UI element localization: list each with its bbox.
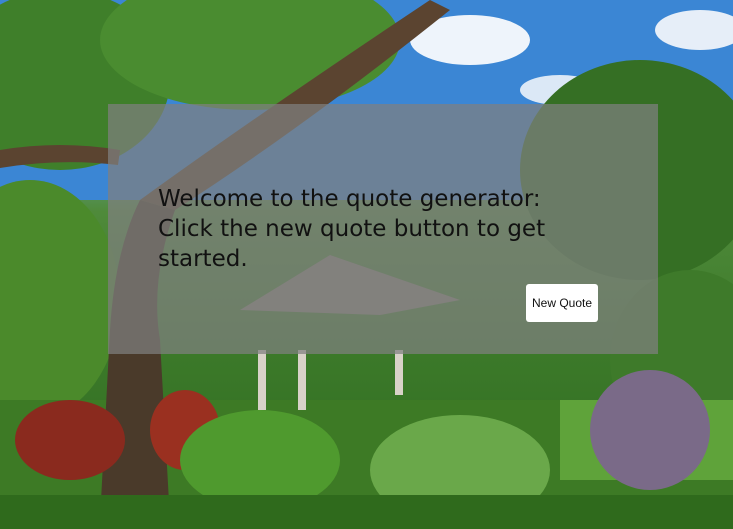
quote-panel: Welcome to the quote generator: Click th… xyxy=(108,104,658,354)
quote-text: Welcome to the quote generator: Click th… xyxy=(158,186,546,272)
new-quote-button[interactable]: New Quote xyxy=(526,284,598,322)
